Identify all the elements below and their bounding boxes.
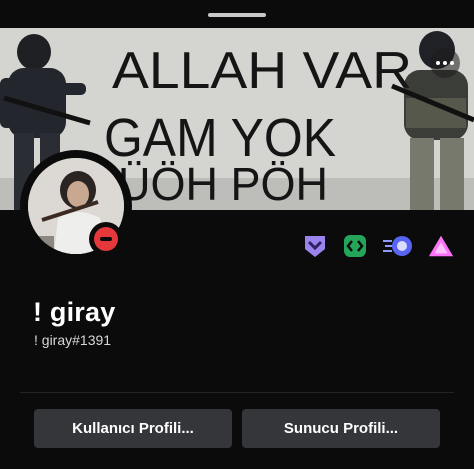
more-options-button[interactable] — [430, 48, 460, 78]
more-dot-icon — [443, 61, 447, 65]
more-dot-icon — [436, 61, 440, 65]
nitro-icon[interactable] — [428, 233, 454, 259]
graffiti-line-1: ALLAH VAR — [112, 42, 412, 100]
status-indicator — [89, 222, 123, 256]
drag-handle[interactable] — [208, 13, 266, 17]
divider — [20, 392, 454, 393]
boost-icon[interactable] — [382, 233, 414, 259]
more-dot-icon — [450, 61, 454, 65]
username-tag: ! giray#1391 — [34, 332, 112, 348]
user-profile-button[interactable]: Kullanıcı Profili... — [34, 409, 232, 448]
badge-list — [302, 233, 454, 259]
hypesquad-bravery-icon[interactable] — [302, 233, 328, 259]
graffiti-line-3: ÜÖH PÖH — [118, 158, 328, 210]
profile-sheet: ALLAH VAR GAM YOK ÜÖH PÖH ! giray ! gira… — [0, 0, 474, 469]
active-developer-icon[interactable] — [342, 233, 368, 259]
do-not-disturb-icon — [94, 227, 118, 251]
display-name: ! giray — [33, 297, 116, 327]
server-profile-button[interactable]: Sunucu Profili... — [242, 409, 440, 448]
